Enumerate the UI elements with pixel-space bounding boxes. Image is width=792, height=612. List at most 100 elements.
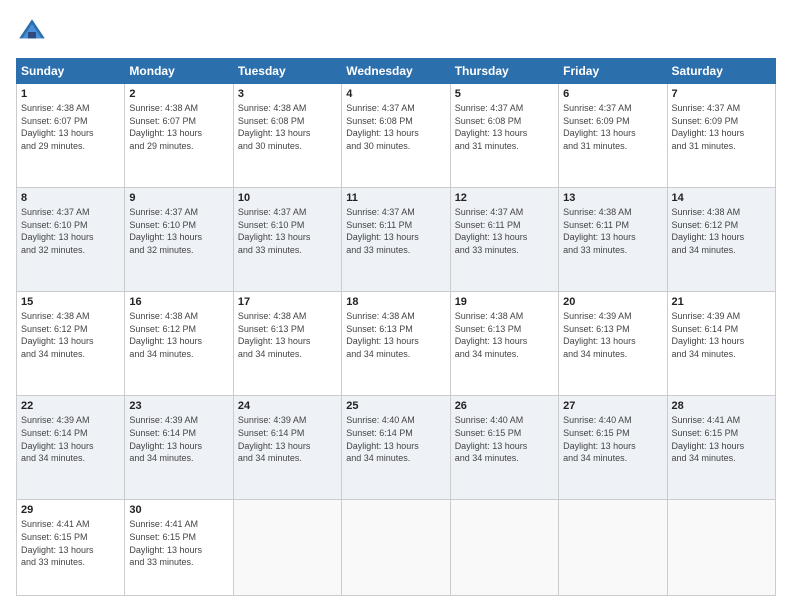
day-info: Sunrise: 4:40 AM Sunset: 6:15 PM Dayligh… [563, 414, 662, 464]
day-number: 4 [346, 88, 445, 100]
calendar-cell: 11 Sunrise: 4:37 AM Sunset: 6:11 PM Dayli… [342, 188, 450, 292]
day-number: 26 [455, 400, 554, 412]
calendar-cell: 30 Sunrise: 4:41 AM Sunset: 6:15 PM Dayli… [125, 500, 233, 596]
calendar-cell: 25 Sunrise: 4:40 AM Sunset: 6:14 PM Dayli… [342, 396, 450, 500]
day-info: Sunrise: 4:40 AM Sunset: 6:14 PM Dayligh… [346, 414, 445, 464]
calendar-cell: 10 Sunrise: 4:37 AM Sunset: 6:10 PM Dayli… [233, 188, 341, 292]
calendar-cell: 7 Sunrise: 4:37 AM Sunset: 6:09 PM Daylig… [667, 84, 775, 188]
calendar-cell [450, 500, 558, 596]
calendar-cell: 24 Sunrise: 4:39 AM Sunset: 6:14 PM Dayli… [233, 396, 341, 500]
calendar-cell: 8 Sunrise: 4:37 AM Sunset: 6:10 PM Daylig… [17, 188, 125, 292]
calendar-header-thursday: Thursday [450, 59, 558, 84]
day-number: 15 [21, 296, 120, 308]
day-info: Sunrise: 4:38 AM Sunset: 6:11 PM Dayligh… [563, 206, 662, 256]
calendar-cell: 13 Sunrise: 4:38 AM Sunset: 6:11 PM Dayli… [559, 188, 667, 292]
page: SundayMondayTuesdayWednesdayThursdayFrid… [0, 0, 792, 612]
calendar-cell: 12 Sunrise: 4:37 AM Sunset: 6:11 PM Dayli… [450, 188, 558, 292]
calendar-cell: 21Sunrise: 4:39 AM Sunset: 6:14 PM Dayli… [667, 292, 775, 396]
calendar-cell: 19 Sunrise: 4:38 AM Sunset: 6:13 PM Dayli… [450, 292, 558, 396]
day-number: 8 [21, 192, 120, 204]
day-info: Sunrise: 4:38 AM Sunset: 6:13 PM Dayligh… [238, 310, 337, 360]
day-info: Sunrise: 4:39 AM Sunset: 6:14 PM Dayligh… [238, 414, 337, 464]
calendar-cell: 26 Sunrise: 4:40 AM Sunset: 6:15 PM Dayli… [450, 396, 558, 500]
calendar-cell [233, 500, 341, 596]
day-number: 12 [455, 192, 554, 204]
day-number: 19 [455, 296, 554, 308]
calendar-cell: 9 Sunrise: 4:37 AM Sunset: 6:10 PM Daylig… [125, 188, 233, 292]
day-number: 25 [346, 400, 445, 412]
day-info: Sunrise: 4:41 AM Sunset: 6:15 PM Dayligh… [672, 414, 771, 464]
calendar: SundayMondayTuesdayWednesdayThursdayFrid… [16, 58, 776, 596]
day-info: Sunrise: 4:37 AM Sunset: 6:08 PM Dayligh… [346, 102, 445, 152]
calendar-header-tuesday: Tuesday [233, 59, 341, 84]
calendar-week-row: 29Sunrise: 4:41 AM Sunset: 6:15 PM Dayli… [17, 500, 776, 596]
day-number: 7 [672, 88, 771, 100]
day-info: Sunrise: 4:39 AM Sunset: 6:14 PM Dayligh… [21, 414, 120, 464]
day-number: 14 [672, 192, 771, 204]
day-number: 3 [238, 88, 337, 100]
day-info: Sunrise: 4:38 AM Sunset: 6:08 PM Dayligh… [238, 102, 337, 152]
day-info: Sunrise: 4:38 AM Sunset: 6:13 PM Dayligh… [455, 310, 554, 360]
calendar-cell: 6 Sunrise: 4:37 AM Sunset: 6:09 PM Daylig… [559, 84, 667, 188]
day-info: Sunrise: 4:37 AM Sunset: 6:11 PM Dayligh… [455, 206, 554, 256]
day-info: Sunrise: 4:37 AM Sunset: 6:09 PM Dayligh… [672, 102, 771, 152]
day-number: 23 [129, 400, 228, 412]
day-info: Sunrise: 4:40 AM Sunset: 6:15 PM Dayligh… [455, 414, 554, 464]
day-number: 5 [455, 88, 554, 100]
calendar-cell: 5 Sunrise: 4:37 AM Sunset: 6:08 PM Daylig… [450, 84, 558, 188]
day-info: Sunrise: 4:38 AM Sunset: 6:07 PM Dayligh… [129, 102, 228, 152]
day-number: 22 [21, 400, 120, 412]
day-info: Sunrise: 4:37 AM Sunset: 6:10 PM Dayligh… [129, 206, 228, 256]
day-number: 28 [672, 400, 771, 412]
day-number: 6 [563, 88, 662, 100]
day-info: Sunrise: 4:37 AM Sunset: 6:10 PM Dayligh… [21, 206, 120, 256]
calendar-header-sunday: Sunday [17, 59, 125, 84]
day-number: 21 [672, 296, 771, 308]
day-number: 9 [129, 192, 228, 204]
day-info: Sunrise: 4:37 AM Sunset: 6:08 PM Dayligh… [455, 102, 554, 152]
calendar-cell: 2 Sunrise: 4:38 AM Sunset: 6:07 PM Daylig… [125, 84, 233, 188]
calendar-cell: 20 Sunrise: 4:39 AM Sunset: 6:13 PM Dayli… [559, 292, 667, 396]
day-number: 10 [238, 192, 337, 204]
day-info: Sunrise: 4:38 AM Sunset: 6:12 PM Dayligh… [21, 310, 120, 360]
calendar-header-row: SundayMondayTuesdayWednesdayThursdayFrid… [17, 59, 776, 84]
calendar-cell: 4 Sunrise: 4:37 AM Sunset: 6:08 PM Daylig… [342, 84, 450, 188]
day-info: Sunrise: 4:37 AM Sunset: 6:09 PM Dayligh… [563, 102, 662, 152]
calendar-header-wednesday: Wednesday [342, 59, 450, 84]
calendar-cell [667, 500, 775, 596]
day-number: 18 [346, 296, 445, 308]
calendar-header-friday: Friday [559, 59, 667, 84]
day-info: Sunrise: 4:37 AM Sunset: 6:10 PM Dayligh… [238, 206, 337, 256]
day-info: Sunrise: 4:38 AM Sunset: 6:13 PM Dayligh… [346, 310, 445, 360]
calendar-cell: 17 Sunrise: 4:38 AM Sunset: 6:13 PM Dayli… [233, 292, 341, 396]
header [16, 16, 776, 48]
calendar-week-row: 15 Sunrise: 4:38 AM Sunset: 6:12 PM Dayli… [17, 292, 776, 396]
logo [16, 16, 52, 48]
day-info: Sunrise: 4:41 AM Sunset: 6:15 PM Dayligh… [21, 518, 120, 568]
day-number: 24 [238, 400, 337, 412]
day-number: 20 [563, 296, 662, 308]
calendar-cell: 14Sunrise: 4:38 AM Sunset: 6:12 PM Dayli… [667, 188, 775, 292]
calendar-cell: 16Sunrise: 4:38 AM Sunset: 6:12 PM Dayli… [125, 292, 233, 396]
day-number: 16 [129, 296, 228, 308]
day-info: Sunrise: 4:39 AM Sunset: 6:14 PM Dayligh… [129, 414, 228, 464]
day-number: 2 [129, 88, 228, 100]
day-info: Sunrise: 4:38 AM Sunset: 6:07 PM Dayligh… [21, 102, 120, 152]
calendar-cell: 3 Sunrise: 4:38 AM Sunset: 6:08 PM Daylig… [233, 84, 341, 188]
calendar-cell: 22 Sunrise: 4:39 AM Sunset: 6:14 PM Dayli… [17, 396, 125, 500]
calendar-week-row: 1 Sunrise: 4:38 AM Sunset: 6:07 PM Daylig… [17, 84, 776, 188]
calendar-cell: 23 Sunrise: 4:39 AM Sunset: 6:14 PM Dayli… [125, 396, 233, 500]
day-number: 11 [346, 192, 445, 204]
calendar-week-row: 22 Sunrise: 4:39 AM Sunset: 6:14 PM Dayli… [17, 396, 776, 500]
day-info: Sunrise: 4:39 AM Sunset: 6:13 PM Dayligh… [563, 310, 662, 360]
calendar-cell: 18 Sunrise: 4:38 AM Sunset: 6:13 PM Dayli… [342, 292, 450, 396]
day-info: Sunrise: 4:37 AM Sunset: 6:11 PM Dayligh… [346, 206, 445, 256]
day-number: 13 [563, 192, 662, 204]
day-number: 30 [129, 504, 228, 516]
day-number: 17 [238, 296, 337, 308]
day-number: 1 [21, 88, 120, 100]
calendar-cell [342, 500, 450, 596]
calendar-cell: 28 Sunrise: 4:41 AM Sunset: 6:15 PM Dayli… [667, 396, 775, 500]
calendar-cell: 15 Sunrise: 4:38 AM Sunset: 6:12 PM Dayli… [17, 292, 125, 396]
day-info: Sunrise: 4:41 AM Sunset: 6:15 PM Dayligh… [129, 518, 228, 568]
